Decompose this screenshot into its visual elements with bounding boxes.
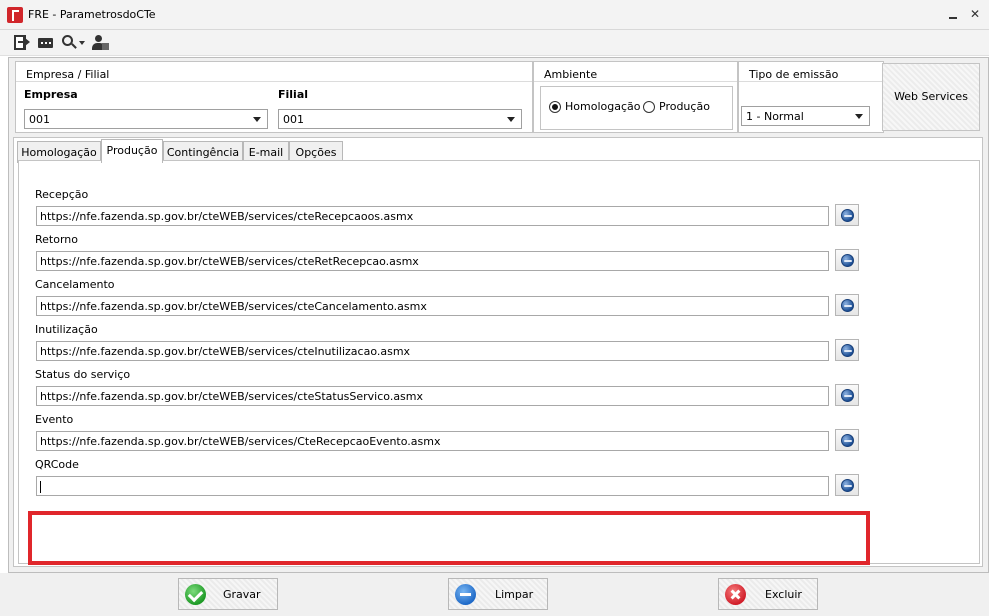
radio-selected-icon bbox=[549, 101, 561, 113]
tipo-emissao-select[interactable]: 1 - Normal bbox=[741, 106, 870, 126]
field-label-cancelamento: Cancelamento bbox=[35, 278, 115, 291]
chevron-down-icon bbox=[507, 117, 515, 122]
window-title: FRE - ParametrosdoCTe bbox=[28, 8, 156, 21]
minus-icon bbox=[455, 584, 476, 605]
field-label-evento: Evento bbox=[35, 413, 74, 426]
empresa-select[interactable]: 001 bbox=[24, 109, 268, 129]
delete-button-label: Excluir bbox=[765, 588, 802, 601]
recepcao-url-input[interactable]: https://nfe.fazenda.sp.gov.br/cteWEB/ser… bbox=[36, 206, 829, 226]
globe-icon bbox=[841, 254, 854, 267]
globe-icon bbox=[841, 434, 854, 447]
save-button-label: Gravar bbox=[223, 588, 261, 601]
empresa-label: Empresa bbox=[24, 88, 78, 101]
field-label-status-servico: Status do serviço bbox=[35, 368, 131, 381]
empresa-filial-group: Empresa / Filial Empresa 001 Filial 001 bbox=[15, 61, 533, 133]
close-icon bbox=[725, 584, 746, 605]
qrcode-url-input[interactable] bbox=[36, 476, 829, 496]
ambiente-group: Ambiente Homologação Produção bbox=[533, 61, 738, 133]
app-logo-icon bbox=[7, 7, 23, 23]
ambiente-radio-box: Homologação Produção bbox=[540, 86, 733, 130]
radio-unselected-icon bbox=[643, 101, 655, 113]
test-status-servico-button[interactable] bbox=[835, 384, 859, 406]
minimize-button[interactable] bbox=[945, 6, 961, 22]
inutilizacao-url-input[interactable]: https://nfe.fazenda.sp.gov.br/cteWEB/ser… bbox=[36, 341, 829, 361]
test-retorno-button[interactable] bbox=[835, 249, 859, 271]
globe-icon bbox=[841, 479, 854, 492]
status-servico-url-input[interactable]: https://nfe.fazenda.sp.gov.br/cteWEB/ser… bbox=[36, 386, 829, 406]
radio-producao-label: Produção bbox=[659, 100, 710, 113]
globe-icon bbox=[841, 209, 854, 222]
test-evento-button[interactable] bbox=[835, 429, 859, 451]
tipo-emissao-group: Tipo de emissão 1 - Normal bbox=[738, 61, 884, 133]
message-icon[interactable] bbox=[37, 34, 55, 52]
field-label-qrcode: QRCode bbox=[35, 458, 79, 471]
tipo-emissao-title: Tipo de emissão bbox=[749, 68, 839, 81]
filial-select[interactable]: 001 bbox=[278, 109, 522, 129]
action-bar: Gravar Limpar Excluir bbox=[0, 573, 989, 616]
globe-icon bbox=[841, 344, 854, 357]
empresa-value: 001 bbox=[29, 113, 50, 126]
delete-button[interactable]: Excluir bbox=[718, 578, 818, 610]
save-button[interactable]: Gravar bbox=[178, 578, 278, 610]
tab-content-producao: Recepção https://nfe.fazenda.sp.gov.br/c… bbox=[18, 160, 980, 565]
field-label-recepcao: Recepção bbox=[35, 188, 89, 201]
globe-icon bbox=[841, 299, 854, 312]
web-services-button[interactable]: Web Services bbox=[882, 63, 980, 131]
radio-homologacao-label: Homologação bbox=[565, 100, 641, 113]
test-recepcao-button[interactable] bbox=[835, 204, 859, 226]
text-cursor bbox=[40, 481, 41, 493]
ambiente-title: Ambiente bbox=[544, 68, 598, 81]
test-inutilizacao-button[interactable] bbox=[835, 339, 859, 361]
toolbar bbox=[0, 30, 989, 56]
evento-url-input[interactable]: https://nfe.fazenda.sp.gov.br/cteWEB/ser… bbox=[36, 431, 829, 451]
main-panel: Empresa / Filial Empresa 001 Filial 001 … bbox=[8, 57, 989, 573]
retorno-url-input[interactable]: https://nfe.fazenda.sp.gov.br/cteWEB/ser… bbox=[36, 251, 829, 271]
field-label-retorno: Retorno bbox=[35, 233, 78, 246]
filial-value: 001 bbox=[283, 113, 304, 126]
globe-icon bbox=[841, 389, 854, 402]
test-qrcode-button[interactable] bbox=[835, 474, 859, 496]
field-label-inutilizacao: Inutilização bbox=[35, 323, 98, 336]
chevron-down-icon bbox=[253, 117, 261, 122]
test-cancelamento-button[interactable] bbox=[835, 294, 859, 316]
tab-producao[interactable]: Produção bbox=[101, 139, 163, 163]
qrcode-highlight-box bbox=[28, 511, 870, 565]
search-icon[interactable] bbox=[61, 34, 87, 52]
cancelamento-url-input[interactable]: https://nfe.fazenda.sp.gov.br/cteWEB/ser… bbox=[36, 296, 829, 316]
empresa-filial-title: Empresa / Filial bbox=[26, 68, 110, 81]
user-icon[interactable] bbox=[91, 34, 109, 52]
chevron-down-icon bbox=[79, 41, 85, 45]
check-icon bbox=[185, 584, 206, 605]
clear-button[interactable]: Limpar bbox=[448, 578, 548, 610]
filial-label: Filial bbox=[278, 88, 309, 101]
clear-button-label: Limpar bbox=[495, 588, 534, 601]
title-bar: FRE - ParametrosdoCTe ✕ bbox=[0, 0, 989, 30]
chevron-down-icon bbox=[855, 114, 863, 119]
tipo-emissao-value: 1 - Normal bbox=[746, 110, 804, 123]
exit-icon[interactable] bbox=[13, 34, 31, 52]
close-button[interactable]: ✕ bbox=[967, 6, 983, 22]
